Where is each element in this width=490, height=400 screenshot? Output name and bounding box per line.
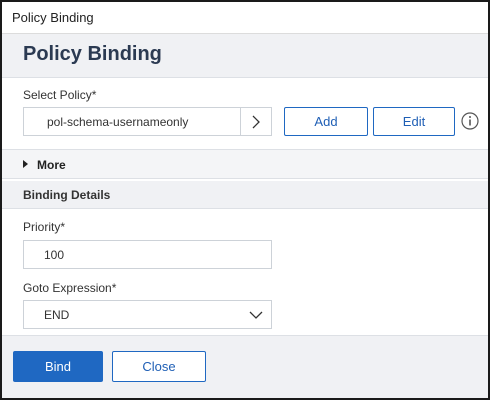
close-button[interactable]: Close: [112, 351, 206, 382]
select-policy-label: Select Policy*: [23, 88, 97, 102]
chevron-right-icon: [252, 115, 260, 129]
dialog-footer: Bind Close: [2, 335, 488, 398]
select-policy-field[interactable]: pol-schema-usernameonly: [23, 107, 272, 136]
goto-expression-value: END: [44, 308, 70, 322]
title-bar: Policy Binding: [2, 2, 488, 34]
more-expander[interactable]: More: [2, 149, 488, 179]
goto-expression-label: Goto Expression*: [23, 281, 117, 295]
priority-value: 100: [44, 248, 65, 262]
binding-details-heading: Binding Details: [23, 188, 111, 202]
info-icon[interactable]: [461, 112, 479, 130]
more-label: More: [37, 158, 66, 172]
priority-label: Priority*: [23, 220, 66, 234]
window-title: Policy Binding: [12, 10, 94, 25]
select-policy-open-button[interactable]: [240, 108, 271, 135]
caret-right-icon: [23, 160, 28, 168]
page-title: Policy Binding: [23, 43, 162, 65]
goto-expression-select[interactable]: END: [23, 300, 272, 329]
bind-button[interactable]: Bind: [13, 351, 103, 382]
page-header: Policy Binding: [2, 34, 488, 78]
add-button[interactable]: Add: [284, 107, 368, 136]
chevron-down-icon: [249, 311, 263, 319]
priority-input[interactable]: 100: [23, 240, 272, 269]
select-policy-value: pol-schema-usernameonly: [47, 115, 189, 129]
binding-details-header: Binding Details: [2, 181, 488, 209]
edit-button[interactable]: Edit: [373, 107, 455, 136]
